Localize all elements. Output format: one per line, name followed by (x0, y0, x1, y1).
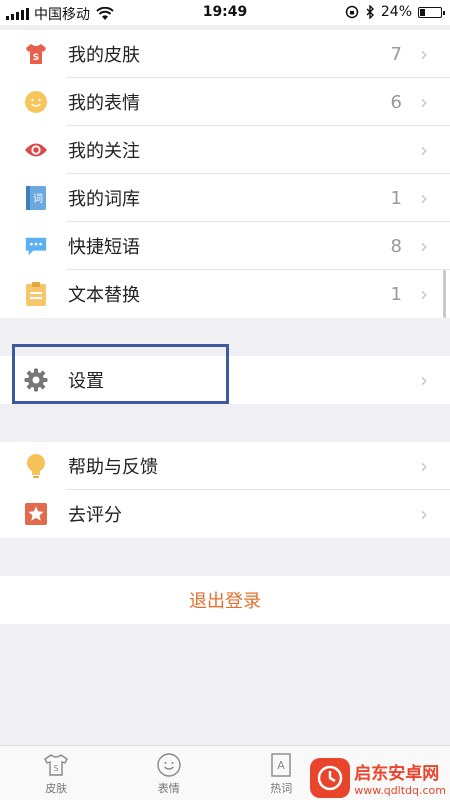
chevron-right-icon: › (420, 282, 428, 306)
chat-bubble-icon (24, 234, 48, 258)
battery-icon (418, 6, 445, 18)
menu-item-count: 1 (390, 283, 402, 305)
tab-label: 热词 (270, 782, 293, 795)
menu-item-label: 我的表情 (68, 93, 140, 114)
tab-label: 表情 (157, 782, 180, 795)
menu-item-quick-phrases[interactable]: 快捷短语 8 › (0, 222, 450, 270)
gear-icon (24, 368, 48, 392)
skin-shirt-icon: S (24, 42, 48, 66)
status-right: 24% (345, 4, 445, 20)
chevron-right-icon: › (420, 368, 428, 392)
bluetooth-icon (366, 5, 374, 19)
chevron-right-icon: › (420, 90, 428, 114)
menu-item-rate[interactable]: 去评分 › (0, 490, 450, 538)
skin-shirt-icon: S (42, 752, 70, 778)
smiley-icon (155, 752, 183, 778)
menu-item-label: 快捷短语 (68, 237, 140, 258)
menu-item-label: 我的关注 (68, 141, 140, 162)
menu-item-count: 8 (390, 235, 402, 257)
menu-item-count: 1 (390, 187, 402, 209)
watermark-url: www.qdltdq.com (354, 784, 446, 797)
clipboard-icon (24, 282, 48, 306)
menu-item-label: 我的词库 (68, 189, 140, 210)
menu-item-label: 我的皮肤 (68, 45, 140, 66)
chevron-right-icon: › (420, 454, 428, 478)
rotation-lock-icon (345, 5, 359, 19)
menu-group-support: 帮助与反馈 › 去评分 › (0, 442, 450, 538)
svg-text:S: S (54, 764, 59, 773)
menu-item-emoticons[interactable]: 我的表情 6 › (0, 78, 450, 126)
watermark-title: 启东安卓网 (354, 764, 440, 784)
battery-percent: 24% (380, 4, 412, 20)
tab-label: 皮肤 (45, 782, 68, 795)
svg-text:词: 词 (33, 193, 43, 205)
logout-button[interactable]: 退出登录 (0, 576, 450, 624)
svg-text:A: A (277, 759, 285, 772)
menu-item-count: 7 (390, 43, 402, 65)
menu-group-settings: 设置 › (0, 356, 450, 404)
dictionary-book-icon: 词 (24, 186, 48, 210)
star-icon (24, 502, 48, 526)
status-bar: 中国移动 19:49 24% (0, 0, 450, 25)
smiley-icon (24, 90, 48, 114)
scrollbar[interactable] (443, 270, 446, 318)
eye-icon (24, 138, 48, 162)
menu-item-following[interactable]: 我的关注 › (0, 126, 450, 174)
chevron-right-icon: › (420, 234, 428, 258)
menu-item-text-replacement[interactable]: 文本替换 1 › (0, 270, 450, 318)
chevron-right-icon: › (420, 42, 428, 66)
menu-item-label: 去评分 (68, 505, 122, 526)
lightbulb-icon (24, 454, 48, 478)
menu-item-count: 6 (390, 91, 402, 113)
watermark-text: 启东安卓网 www.qdltdq.com (354, 759, 446, 797)
chevron-right-icon: › (420, 138, 428, 162)
menu-item-label: 帮助与反馈 (68, 457, 158, 478)
watermark: 启东安卓网 www.qdltdq.com (310, 758, 446, 798)
watermark-logo-icon (310, 758, 351, 798)
menu-item-settings[interactable]: 设置 › (0, 356, 450, 404)
menu-item-label: 文本替换 (68, 285, 140, 306)
menu-item-label: 设置 (68, 371, 104, 392)
menu-item-help-feedback[interactable]: 帮助与反馈 › (0, 442, 450, 490)
hot-words-icon: A (267, 752, 295, 778)
chevron-right-icon: › (420, 502, 428, 526)
menu-item-skin[interactable]: S 我的皮肤 7 › (0, 30, 450, 78)
menu-item-dictionary[interactable]: 词 我的词库 1 › (0, 174, 450, 222)
tab-skin[interactable]: S 皮肤 (0, 746, 113, 800)
svg-text:S: S (33, 53, 39, 63)
menu-group-personal: S 我的皮肤 7 › 我的表情 6 › 我的关注 › 词 我的词库 1 › 快捷… (0, 30, 450, 318)
chevron-right-icon: › (420, 186, 428, 210)
tab-emoticons[interactable]: 表情 (113, 746, 226, 800)
